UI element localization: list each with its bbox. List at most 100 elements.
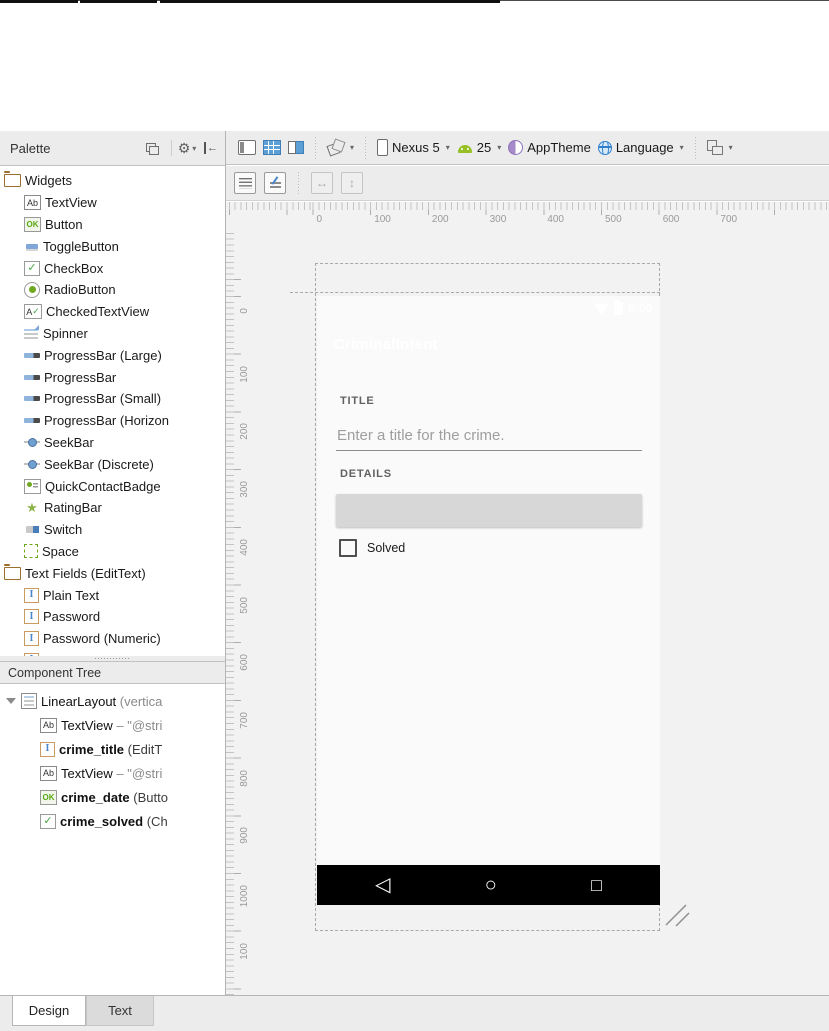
blueprint-surface-button[interactable] xyxy=(263,140,281,155)
palette-item-label: Space xyxy=(42,543,79,559)
design-surface-icon xyxy=(238,140,256,155)
orientation-icon xyxy=(327,140,344,155)
palette-item-progressbar-small[interactable]: ProgressBar (Small) xyxy=(0,388,225,410)
tree-item-linearlayout[interactable]: LinearLayout (vertica xyxy=(0,689,225,713)
tree-item-crime-date[interactable]: crime_date (Butto xyxy=(0,785,225,809)
solved-label: Solved xyxy=(367,541,406,555)
palette-item-ratingbar[interactable]: RatingBar xyxy=(0,497,225,519)
palette-item-progressbar-horizon[interactable]: ProgressBar (Horizon xyxy=(0,410,225,432)
ruler-label: 300 xyxy=(239,481,250,498)
ruler-label: 600 xyxy=(662,214,680,225)
design-canvas[interactable]: 0 100 200 300 400 500 600 700 0 100 200 300 400 500 6… xyxy=(226,202,829,995)
tree-item-crime-title[interactable]: crime_title (EditT xyxy=(0,737,225,761)
palette-section-text-fields-edittext[interactable]: Text Fields (EditText) xyxy=(0,562,225,584)
design-surface-button[interactable] xyxy=(238,140,256,155)
palette-item-plain-text[interactable]: Plain Text xyxy=(0,584,225,606)
recents-icon[interactable] xyxy=(591,875,602,895)
gear-icon[interactable]: ⚙ ▾ xyxy=(177,139,197,157)
solved-checkbox-row[interactable]: Solved xyxy=(339,539,405,557)
orientation-button[interactable]: ▾ xyxy=(327,140,354,155)
crime-date-button[interactable] xyxy=(336,494,642,527)
palette-item-progressbar-large[interactable]: ProgressBar (Large) xyxy=(0,344,225,366)
radiobutton-icon xyxy=(24,281,40,298)
edittext-icon xyxy=(40,741,55,757)
palette-item-label: ProgressBar xyxy=(44,369,117,385)
theme-selector[interactable]: AppTheme xyxy=(508,140,591,155)
tree-item-textview[interactable]: TextView – "@stri xyxy=(0,713,225,737)
api-selector[interactable]: 25 ▾ xyxy=(457,140,501,155)
ruler-label: 100 xyxy=(239,365,250,383)
battery-icon xyxy=(613,299,623,315)
tree-item-detail: (EditT xyxy=(124,741,163,757)
palette-item-space[interactable]: Space xyxy=(0,541,225,563)
palette-item-switch[interactable]: Switch xyxy=(0,519,225,541)
palette-item-togglebutton[interactable]: ToggleButton xyxy=(0,235,225,257)
ruler-label: 100 xyxy=(374,214,391,225)
both-surfaces-button[interactable] xyxy=(288,141,304,154)
home-icon[interactable] xyxy=(485,875,497,895)
palette-item-label: Plain Text xyxy=(43,587,100,603)
back-icon[interactable] xyxy=(375,875,390,895)
checkbox-icon xyxy=(40,813,56,829)
checkedtextview-icon xyxy=(24,304,42,320)
component-tree-header: Component Tree xyxy=(0,661,225,684)
palette-item-progressbar[interactable]: ProgressBar xyxy=(0,366,225,388)
palette-item-spinner[interactable]: Spinner xyxy=(0,323,225,345)
tree-item-detail: (Ch xyxy=(143,813,168,829)
ruler-label: 800 xyxy=(239,769,250,787)
title-edittext[interactable]: Enter a title for the crime. xyxy=(337,427,505,444)
linearlayout-vertical-button[interactable] xyxy=(234,172,256,194)
progressbar-icon xyxy=(24,350,40,360)
tree-item-crime-solved[interactable]: crime_solved (Ch xyxy=(0,809,225,833)
dock-icon[interactable]: ← xyxy=(201,139,221,157)
editor-mode-tabbar: Design Text xyxy=(0,995,829,1031)
palette-item-password-numeric[interactable]: Password (Numeric) xyxy=(0,628,225,650)
preview-options-icon[interactable] xyxy=(142,139,162,157)
progressbar-icon xyxy=(24,372,40,382)
palette-item-seekbar[interactable]: SeekBar xyxy=(0,432,225,454)
device-label: Nexus 5 xyxy=(392,140,440,155)
layout-variant-button[interactable]: ▾ xyxy=(706,140,733,155)
textview-icon xyxy=(24,195,41,211)
tab-design[interactable]: Design xyxy=(12,996,86,1026)
palette-item-seekbar-discrete[interactable]: SeekBar (Discrete) xyxy=(0,453,225,475)
convert-view-button[interactable] xyxy=(264,172,286,194)
palette-item-password[interactable]: Password xyxy=(0,606,225,628)
palette-item-textview[interactable]: TextView xyxy=(0,192,225,214)
palette-item-checkbox[interactable]: CheckBox xyxy=(0,257,225,279)
theme-icon xyxy=(508,140,524,155)
expand-vertical-icon: ↕ xyxy=(349,176,355,190)
palette-item-label: ToggleButton xyxy=(43,238,119,254)
palette-item-checkedtextview[interactable]: CheckedTextView xyxy=(0,301,225,323)
resize-handle[interactable] xyxy=(663,900,691,928)
palette-item-radiobutton[interactable]: RadioButton xyxy=(0,279,225,301)
ruler-label: 700 xyxy=(720,214,738,225)
palette-item-label: TextView xyxy=(45,195,97,211)
palette-item-button[interactable]: Button xyxy=(0,214,225,236)
window-edge-segment xyxy=(80,0,157,3)
app-bar: CriminalIntent xyxy=(317,320,660,368)
language-selector[interactable]: Language ▾ xyxy=(597,140,684,155)
linearlayout-vertical-icon xyxy=(238,177,252,189)
edittext-icon xyxy=(24,587,39,603)
tree-item-textview[interactable]: TextView – "@stri xyxy=(0,761,225,785)
tab-text[interactable]: Text xyxy=(86,996,154,1026)
checkbox-icon[interactable] xyxy=(339,539,357,557)
expander-icon[interactable] xyxy=(6,698,16,704)
device-content: TITLE Enter a title for the crime. DETAI… xyxy=(317,368,660,865)
ruler-label: 400 xyxy=(239,538,250,556)
device-selector[interactable]: Nexus 5 ▾ xyxy=(377,139,450,156)
folder-icon xyxy=(4,563,21,580)
device-preview[interactable]: 6:00 CriminalIntent TITLE Enter a title … xyxy=(317,296,660,905)
palette-item-label: Widgets xyxy=(25,173,72,189)
palette-item-label: ProgressBar (Small) xyxy=(44,391,162,407)
design-editor: Palette ⚙▾ ← Widgets TextView Button Toggle… xyxy=(0,131,829,995)
app-title: CriminalIntent xyxy=(334,335,438,353)
palette-item-quickcontactbadge[interactable]: QuickContactBadge xyxy=(0,475,225,497)
palette-header: Palette ⚙ ▾ ← xyxy=(0,131,225,166)
edittext-underline xyxy=(336,450,642,451)
palette-section-widgets[interactable]: Widgets xyxy=(0,170,225,192)
textview-icon xyxy=(40,765,57,781)
ruler-label: 300 xyxy=(489,214,507,225)
edittext-icon xyxy=(24,631,39,647)
